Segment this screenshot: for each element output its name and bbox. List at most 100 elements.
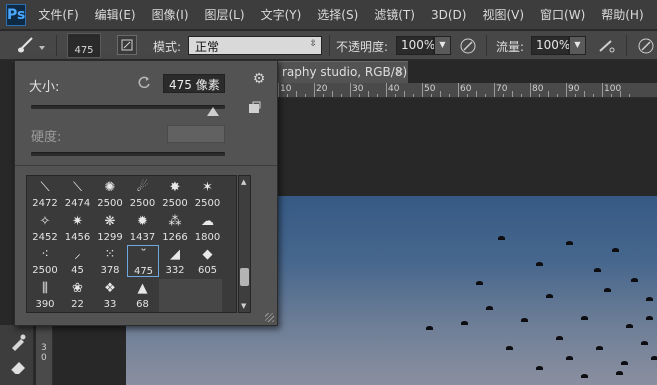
pen-pressure-icon xyxy=(638,38,654,54)
brush-preset-cell[interactable]: ☄ 2500 xyxy=(127,178,159,210)
gear-icon[interactable]: ⚙ xyxy=(251,71,267,87)
menu-edit[interactable]: 编辑(E) xyxy=(95,6,136,23)
brush-preset-grid: ⟍ 2472 ⟍ 2474 ✺ 2500 ☄ 2500 ✸ 2500 ✶ 2500 ✧ 2452 ✷ 1456… xyxy=(26,175,237,313)
brush-preset-cell[interactable]: ✷ 1456 xyxy=(62,212,94,244)
chevron-down-icon: ▼ xyxy=(439,40,446,49)
ruler-h-label: 30 xyxy=(352,84,364,94)
brush-preset-size: 378 xyxy=(100,265,120,276)
scroll-down-icon[interactable]: ▼ xyxy=(241,302,246,310)
ruler-h-label: 20 xyxy=(316,84,328,94)
brush-preset-panel: 大小: 475 像素 ⚙ 硬度: ⟍ 2472 ⟍ 2474 ✺ 2500 ☄ 2500 ✸ 25… xyxy=(14,60,278,326)
ruler-tick xyxy=(287,94,288,97)
brush-preset-cell[interactable]: ⟍ 2472 xyxy=(29,178,61,210)
ruler-tick xyxy=(521,94,522,97)
bird-silhouette xyxy=(596,346,603,350)
new-preset-button[interactable] xyxy=(247,101,261,115)
brush-preset-cell[interactable]: ❀ 22 xyxy=(62,279,94,311)
brush-preset-picker[interactable]: 475 xyxy=(67,33,101,58)
brush-preset-cell[interactable]: ✶ 2500 xyxy=(192,178,224,210)
size-field[interactable]: 475 像素 xyxy=(163,74,225,93)
brush-tool-preset-button[interactable] xyxy=(14,34,48,56)
reset-size-button[interactable] xyxy=(138,75,152,89)
brush-preset-cell[interactable]: ˘ 475 xyxy=(126,245,159,277)
flow-dropdown-button[interactable]: ▼ xyxy=(569,36,586,55)
airbrush-button[interactable] xyxy=(596,36,618,56)
brush-preset-cell[interactable]: ❋ 1299 xyxy=(94,212,126,244)
pressure-opacity-button[interactable] xyxy=(458,36,478,56)
ruler-h-label: 80 xyxy=(532,84,544,94)
eraser-tool-button[interactable] xyxy=(8,356,28,376)
brush-preset-cell[interactable]: ◆ 605 xyxy=(192,245,224,277)
grass-brush-icon: ⫼ xyxy=(42,280,48,296)
smudge-tool-button[interactable] xyxy=(8,332,28,352)
brush-preset-cell[interactable]: ◢ 332 xyxy=(159,245,191,277)
menu-type[interactable]: 文字(Y) xyxy=(261,6,302,23)
brush-preset-cell[interactable]: ☁ 1800 xyxy=(192,212,224,244)
brush-preset-cell[interactable]: ✹ 1437 xyxy=(127,212,159,244)
horizontal-ruler[interactable]: 10 20 30 40 50 60 70 80 90 100 xyxy=(278,83,657,98)
brush-preset-cell[interactable]: ✧ 2452 xyxy=(29,212,61,244)
flow-field[interactable]: 100% xyxy=(531,36,570,55)
toggle-brush-panel-button[interactable] xyxy=(117,35,137,55)
ruler-h-label: 50 xyxy=(424,84,436,94)
divider xyxy=(15,165,277,166)
preset-scrollbar[interactable]: ▲ ▼ xyxy=(238,175,251,313)
brush-preset-cell[interactable]: ⁖ 2500 xyxy=(29,245,61,277)
bird-silhouette xyxy=(498,236,505,240)
menu-3d[interactable]: 3D(D) xyxy=(431,8,466,22)
brush-preset-cell[interactable]: ⸝ 45 xyxy=(62,245,94,277)
bird-silhouette xyxy=(594,268,601,272)
resize-grip-icon[interactable] xyxy=(265,313,274,322)
bird-silhouette xyxy=(641,341,648,345)
brush-preset-cell[interactable]: ✸ 2500 xyxy=(159,178,191,210)
brush-preset-cell[interactable]: ⁂ 1266 xyxy=(159,212,191,244)
brush-preset-cell[interactable]: ⟍ 2474 xyxy=(62,178,94,210)
menu-window[interactable]: 窗口(W) xyxy=(540,6,585,23)
splatter-brush-icon: ✹ xyxy=(137,213,148,229)
opacity-field[interactable]: 100% xyxy=(396,36,435,55)
menu-layer[interactable]: 图层(L) xyxy=(205,6,245,23)
document-tab[interactable]: raphy studio, RGB/8) × xyxy=(278,61,408,83)
menu-view[interactable]: 视图(V) xyxy=(482,6,524,23)
menu-file[interactable]: 文件(F) xyxy=(38,6,78,23)
ruler-tick xyxy=(539,94,540,97)
flow-label: 流量: xyxy=(496,40,525,54)
brush-preset-cell[interactable]: ❖ 33 xyxy=(94,279,126,311)
reset-icon xyxy=(138,76,150,89)
brush-preset-size: 2500 xyxy=(97,198,123,209)
menu-select[interactable]: 选择(S) xyxy=(317,6,358,23)
bird-silhouette xyxy=(566,356,573,360)
menu-help[interactable]: 帮助(H) xyxy=(601,6,643,23)
close-tab-icon[interactable]: × xyxy=(395,65,404,78)
ruler-tick xyxy=(323,94,324,97)
bird-silhouette xyxy=(631,278,638,282)
brush-preset-cell[interactable]: ⁙ 378 xyxy=(94,245,126,277)
size-slider-thumb[interactable] xyxy=(207,107,220,116)
hardness-field[interactable] xyxy=(167,125,225,143)
star-burst-brush-icon: ✶ xyxy=(202,180,213,195)
brush-preset-cell[interactable]: ▲ 68 xyxy=(127,279,159,311)
ruler-tick xyxy=(440,91,441,97)
brush-preset-cell[interactable]: ✺ 2500 xyxy=(94,178,126,210)
ruler-h-label: 60 xyxy=(460,84,472,94)
vertical-ruler[interactable]: 3 0 xyxy=(36,325,53,385)
ruler-tick xyxy=(377,94,378,97)
scroll-up-icon[interactable]: ▲ xyxy=(241,178,246,186)
brush-preset-size: 2500 xyxy=(194,198,221,209)
menu-filter[interactable]: 滤镜(T) xyxy=(374,6,415,23)
cloud-brush-icon: ⁖ xyxy=(41,247,49,262)
hardness-slider-track[interactable] xyxy=(31,152,225,156)
star-burst-brush-icon: ✷ xyxy=(72,213,83,229)
bird-silhouette xyxy=(426,326,433,330)
opacity-dropdown-button[interactable]: ▼ xyxy=(434,36,451,55)
pressure-size-button[interactable] xyxy=(636,36,656,56)
chevron-down-icon: ▼ xyxy=(574,40,581,49)
separator xyxy=(486,35,487,56)
ruler-h-label: 10 xyxy=(280,84,292,94)
size-slider-track[interactable] xyxy=(31,105,225,116)
blend-mode-select[interactable]: 正常 ⇳ xyxy=(188,36,322,55)
menu-image[interactable]: 图像(I) xyxy=(152,6,189,23)
brush-preset-cell[interactable]: ⫼ 390 xyxy=(29,279,61,311)
scrollbar-thumb[interactable] xyxy=(240,268,249,286)
separator xyxy=(626,35,627,56)
